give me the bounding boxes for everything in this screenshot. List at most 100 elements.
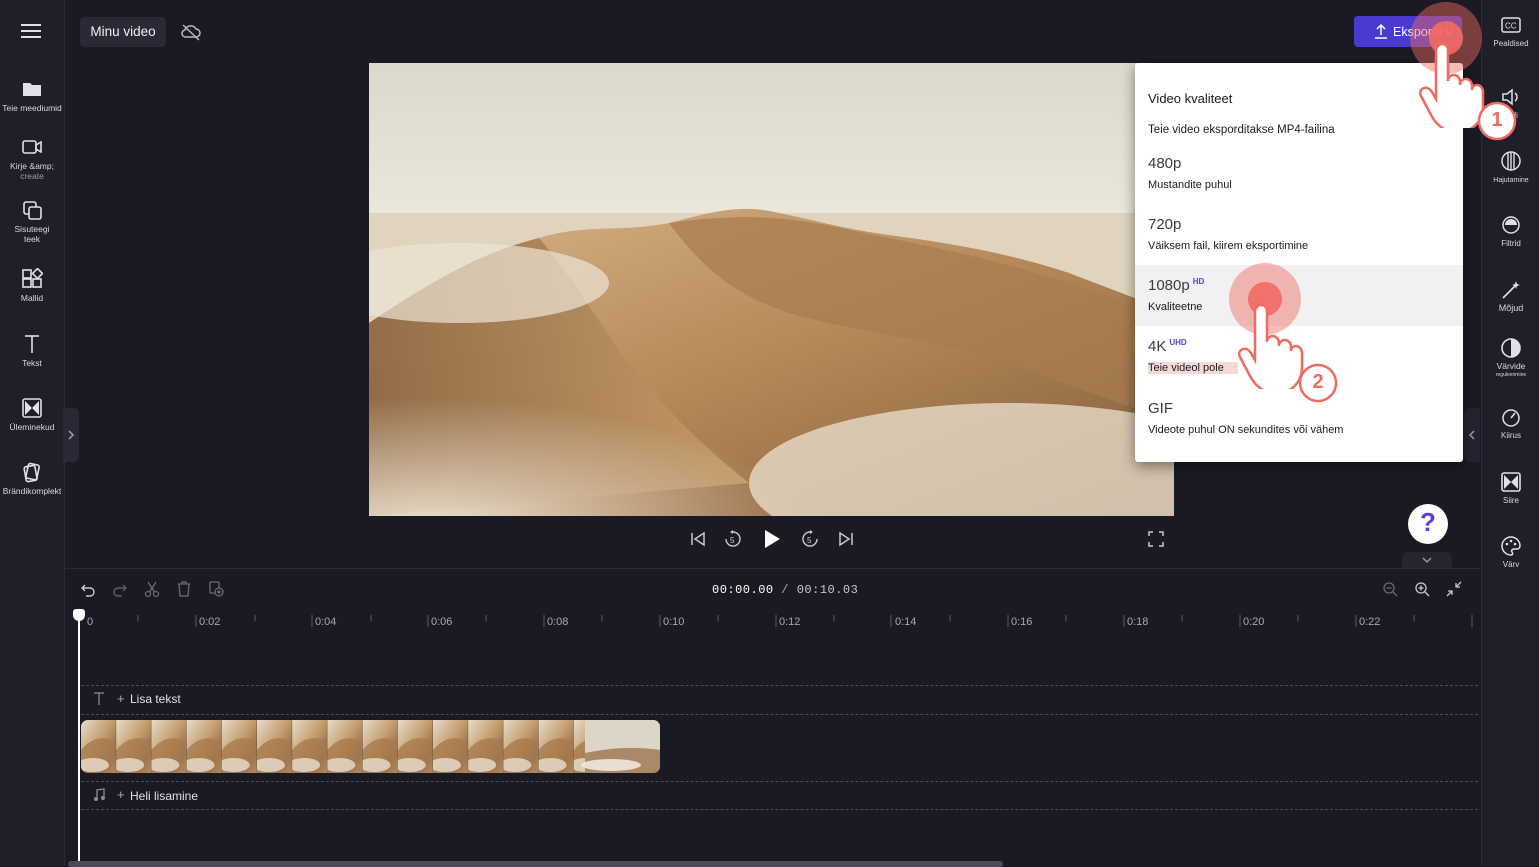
redo-button[interactable] — [112, 581, 128, 597]
palette-icon — [1500, 535, 1522, 557]
nav-record-create-sub: create — [20, 171, 44, 181]
nav-content-library-label: Sisuteegi — [14, 224, 50, 234]
tick-label: 0:12 — [779, 616, 801, 628]
playhead[interactable] — [73, 609, 85, 867]
text-icon — [94, 692, 104, 705]
option-720p[interactable]: 720p Väiksem fail, kiirem eksportimine — [1135, 204, 1463, 265]
option-4k-name: 4K — [1148, 338, 1167, 355]
nav-transitions-label: Üleminekud — [9, 422, 55, 432]
duplicate-button[interactable] — [208, 581, 224, 597]
uhd-badge: UHD — [1169, 338, 1187, 347]
nav-filters[interactable]: Filtrid — [1482, 214, 1539, 248]
zoom-out-button[interactable] — [1382, 581, 1398, 597]
nav-content-library[interactable]: Sisuteegi teek — [0, 199, 64, 244]
nav-record-create-label: Kirje &amp; — [10, 161, 54, 171]
nav-text[interactable]: Tekst — [0, 333, 64, 368]
cloud-sync-off-icon[interactable] — [180, 23, 202, 41]
option-480p-desc: Mustandite puhul — [1148, 179, 1232, 191]
nav-transition[interactable]: Siire — [1482, 471, 1539, 505]
zoom-in-icon — [1415, 582, 1430, 597]
split-button[interactable] — [144, 581, 160, 597]
text-track[interactable]: + Lisa tekst — [81, 685, 1478, 715]
nav-brand-kit[interactable]: Brändikomplekt — [0, 461, 64, 496]
help-button[interactable]: ? — [1408, 504, 1448, 544]
nav-your-media-label: Teie meediumid — [2, 103, 62, 113]
tick-label: 0 — [87, 616, 94, 628]
option-480p[interactable]: 480p Mustandite puhul — [1135, 143, 1463, 204]
add-text-label: Lisa tekst — [130, 692, 181, 706]
menu-subtitle: Teie video eksporditakse MP4-failina — [1148, 124, 1335, 136]
undo-button[interactable] — [80, 581, 96, 597]
zoom-out-icon — [1383, 582, 1398, 597]
collapse-arrows-icon — [1446, 581, 1462, 597]
timeline-ruler[interactable] — [65, 609, 1480, 637]
nav-captions-label: Pealdised — [1493, 39, 1529, 48]
ruler-ticks — [137, 615, 1473, 627]
folder-icon — [21, 78, 43, 100]
skip-back-icon — [691, 531, 705, 547]
nav-color-adjust[interactable]: Värvide reguleerimine — [1482, 337, 1539, 380]
nav-record-create[interactable]: Kirje &amp; create — [0, 136, 64, 181]
record-camera-icon — [21, 136, 43, 158]
delete-button[interactable] — [176, 581, 192, 597]
chevron-right-icon — [68, 430, 75, 440]
option-4k-name-wrap: 4K UHD — [1148, 338, 1187, 355]
skip-to-end-button[interactable] — [837, 530, 855, 548]
forward-5s-button[interactable]: 5 — [800, 529, 820, 549]
nav-transitions[interactable]: Üleminekud — [0, 397, 64, 432]
collapse-left-panel-button[interactable] — [63, 408, 79, 462]
audio-track[interactable]: + Heli lisamine — [81, 781, 1478, 810]
fullscreen-button[interactable] — [1148, 531, 1164, 547]
nav-effects-label: Mõjud — [1498, 303, 1524, 313]
video-preview — [369, 63, 1174, 516]
menu-title: Video kvaliteet — [1148, 91, 1233, 106]
collapse-right-panel-button[interactable] — [1464, 408, 1480, 462]
nav-fade-label: Hajutamine — [1493, 177, 1529, 184]
fit-timeline-button[interactable] — [1446, 581, 1462, 597]
project-name-field[interactable]: Minu video — [80, 17, 166, 47]
skip-to-start-button[interactable] — [689, 530, 707, 548]
trash-icon — [178, 581, 190, 597]
rewind-5s-button[interactable]: 5 — [723, 529, 743, 549]
nav-fade[interactable]: Hajutamine — [1482, 150, 1539, 185]
time-readout: 00:00.00 / 00:10.03 — [712, 583, 858, 597]
skip-forward-icon — [839, 531, 853, 547]
nav-brand-kit-label: Brändikomplekt — [2, 486, 62, 496]
collapse-timeline-button[interactable] — [1402, 552, 1452, 568]
zoom-in-button[interactable] — [1414, 581, 1430, 597]
play-button[interactable] — [762, 528, 782, 550]
tick-label: 0:02 — [199, 616, 221, 628]
playhead-handle[interactable] — [73, 609, 85, 621]
duplicate-icon — [209, 581, 224, 597]
nav-color[interactable]: Värv — [1482, 535, 1539, 569]
option-480p-name: 480p — [1148, 155, 1182, 172]
hamburger-menu-icon[interactable] — [20, 22, 42, 40]
nav-speed-label: Kiirus — [1500, 431, 1521, 440]
tick-label: 0:20 — [1243, 616, 1265, 628]
timeline-panel: 00:00.00 / 00:10.03 0 0:02 0:04 0:06 0:0… — [65, 568, 1480, 867]
templates-icon — [21, 268, 43, 290]
option-gif-desc: Videote puhul ON sekundites või vähem — [1148, 424, 1344, 436]
transition-icon — [1500, 471, 1522, 493]
plus-icon: + — [117, 691, 125, 706]
nav-effects[interactable]: Mõjud — [1482, 279, 1539, 313]
nav-captions[interactable]: CC Pealdised — [1482, 14, 1539, 48]
tick-label: 0:22 — [1359, 616, 1381, 628]
svg-text:5: 5 — [730, 536, 735, 545]
speed-icon — [1500, 406, 1522, 428]
option-720p-desc: Väiksem fail, kiirem eksportimine — [1148, 240, 1309, 252]
tick-label: 0:08 — [547, 616, 569, 628]
nav-your-media[interactable]: Teie meediumid — [0, 78, 64, 113]
transitions-icon — [21, 397, 43, 419]
filters-icon — [1500, 214, 1522, 236]
plus-icon: + — [117, 787, 125, 802]
nav-speed[interactable]: Kiirus — [1482, 406, 1539, 440]
timeline-scrollbar[interactable] — [68, 861, 1003, 867]
step-1-badge: 1 — [1477, 101, 1517, 141]
add-audio-label: Heli lisamine — [130, 789, 199, 803]
video-clip[interactable] — [81, 720, 660, 773]
rewind-5-icon: 5 — [725, 530, 741, 547]
nav-color-label: Värv — [1502, 560, 1520, 569]
nav-templates[interactable]: Mallid — [0, 268, 64, 303]
desert-dunes-frame — [369, 63, 1174, 516]
